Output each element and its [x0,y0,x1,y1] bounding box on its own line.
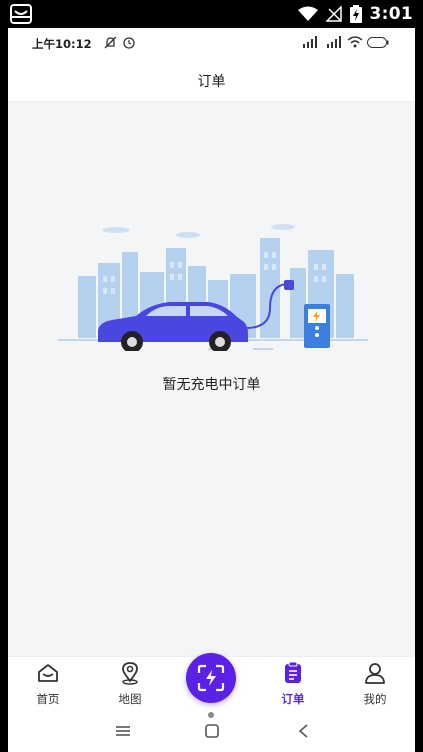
wifi-small-icon [347,36,363,48]
map-pin-icon [122,662,138,685]
app-header: 订单 [8,58,415,102]
tab-mine-label: 我的 [363,692,387,706]
tab-orders[interactable]: 订单 [263,657,323,712]
hd-signal-icon [303,36,317,48]
notification-icon [10,4,32,24]
empty-state-message: 暂无充电中订单 [162,377,261,393]
home-square-icon[interactable] [201,722,223,740]
device-frame: 3:01 上午10:12 订单 暂无充电中订单 首页 地图 订单 我的 [0,0,423,752]
wifi-icon [297,6,318,21]
nav-indicator-dot [208,712,214,718]
battery-small-icon [367,36,389,48]
home-icon [38,664,58,682]
order-clipboard-icon [285,661,301,683]
scan-charge-icon [197,664,225,692]
page-title: 订单 [197,74,226,90]
system-navigation-bar [8,712,415,752]
tab-mine[interactable]: 我的 [345,657,405,712]
empty-charging-illustration [58,224,368,351]
hd-signal-2-icon [327,36,341,48]
status-time: 上午10:12 [32,37,92,51]
no-signal-icon [325,6,342,22]
tab-map[interactable]: 地图 [100,657,160,712]
alarm-clock-icon [123,37,135,49]
scan-charge-button[interactable] [186,653,236,703]
tab-map-label: 地图 [118,692,142,706]
muted-bell-icon [104,36,117,49]
back-icon[interactable] [293,722,315,740]
charging-plug-icon [284,280,294,290]
user-icon [365,663,385,684]
system-status-bar: 3:01 [0,0,423,28]
tab-home-label: 首页 [36,692,60,706]
menu-icon[interactable] [112,722,134,740]
phone-status-bar: 上午10:12 [8,28,415,58]
app-screen: 上午10:12 订单 暂无充电中订单 首页 地图 订单 我的 [8,28,415,712]
car-icon [98,302,248,351]
tab-orders-label: 订单 [281,692,305,706]
bottom-tab-bar: 首页 地图 订单 我的 [8,653,415,712]
battery-charging-icon [349,5,362,23]
system-clock: 3:01 [369,4,413,24]
tab-home[interactable]: 首页 [18,657,78,712]
